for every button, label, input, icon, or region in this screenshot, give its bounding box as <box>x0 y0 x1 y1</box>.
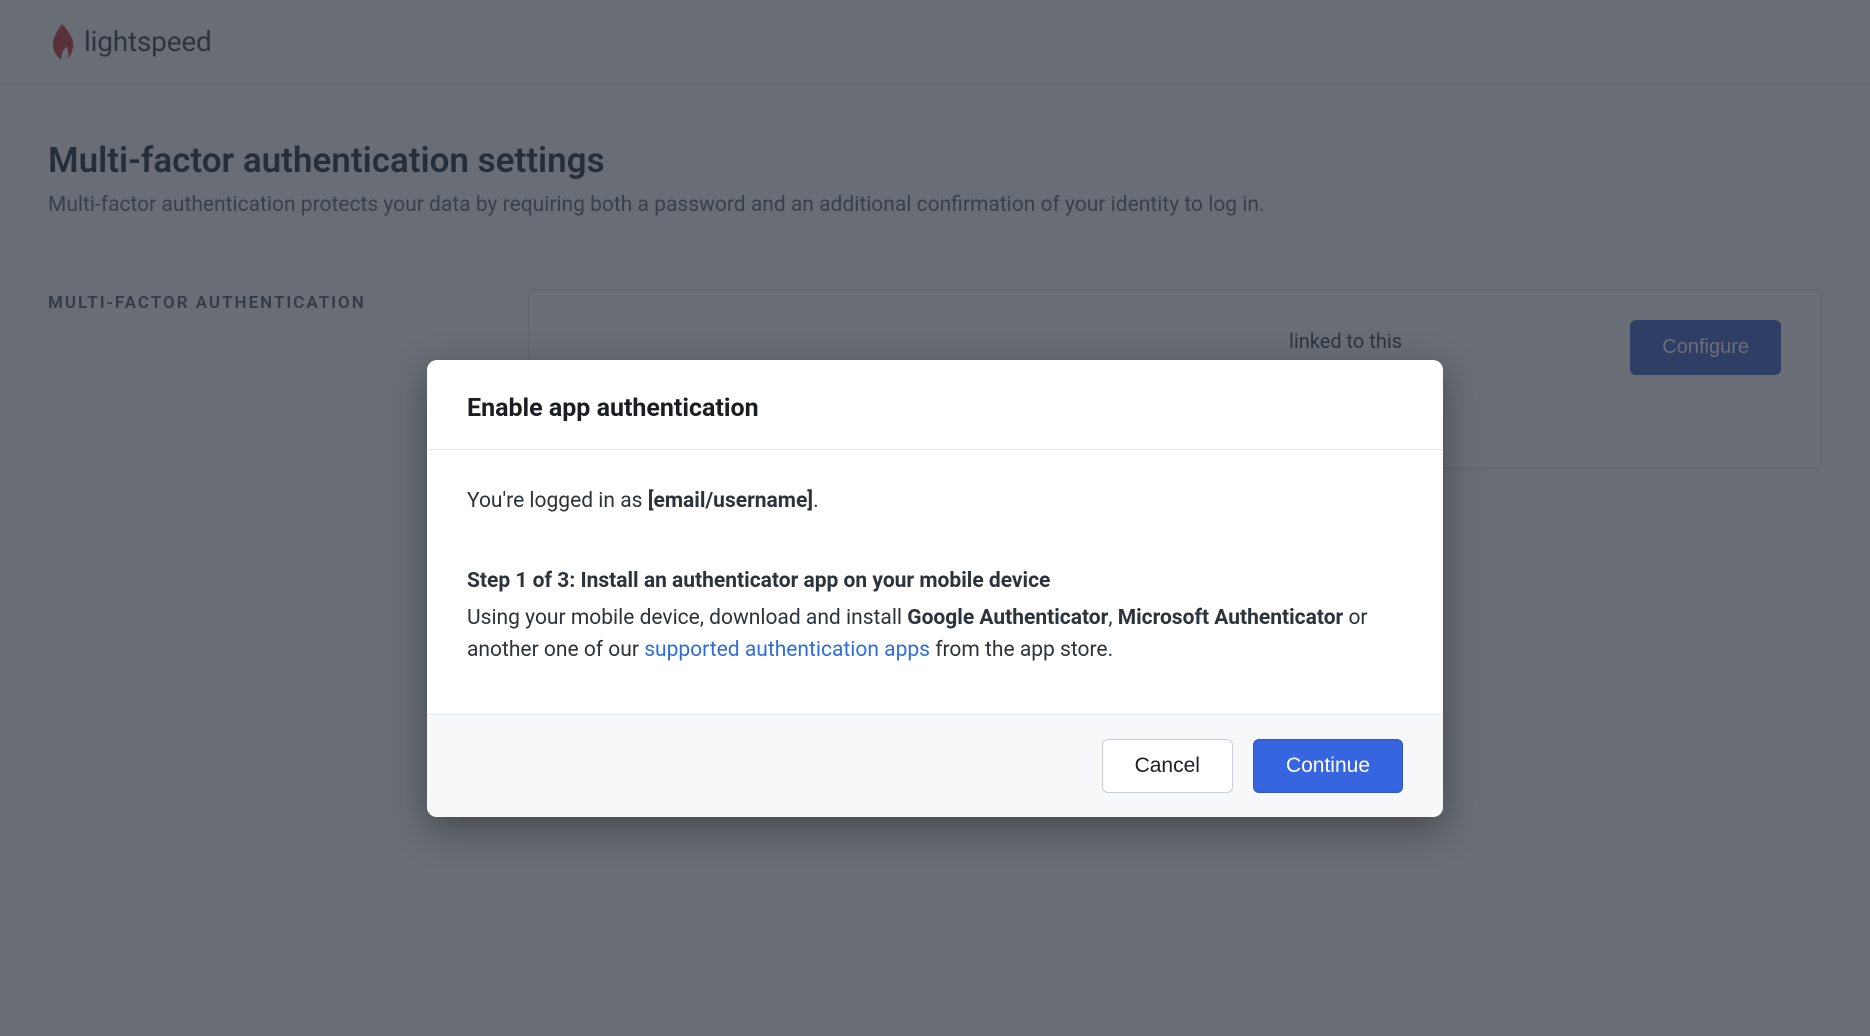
comma: , <box>1108 606 1117 630</box>
login-prefix: You're logged in as <box>467 489 648 513</box>
modal-title: Enable app authentication <box>467 394 1403 423</box>
login-status-line: You're logged in as [email/username]. <box>467 486 1403 518</box>
step-text-1: Using your mobile device, download and i… <box>467 606 907 630</box>
enable-auth-modal: Enable app authentication You're logged … <box>427 360 1443 817</box>
app-viewport: lightspeed Multi-factor authentication s… <box>0 0 1870 1036</box>
supported-apps-link[interactable]: supported authentication apps <box>644 638 930 662</box>
step-heading: Step 1 of 3: Install an authenticator ap… <box>467 566 1403 598</box>
step-text-3: from the app store. <box>930 638 1113 662</box>
step-text: Using your mobile device, download and i… <box>467 603 1403 666</box>
login-user: [email/username] <box>648 489 813 513</box>
app-google-authenticator: Google Authenticator <box>907 606 1108 630</box>
modal-header: Enable app authentication <box>427 360 1443 450</box>
app-microsoft-authenticator: Microsoft Authenticator <box>1118 606 1344 630</box>
modal-overlay[interactable]: Enable app authentication You're logged … <box>0 0 1870 1036</box>
modal-footer: Cancel Continue <box>427 714 1443 817</box>
login-suffix: . <box>813 489 819 513</box>
continue-button[interactable]: Continue <box>1253 739 1403 793</box>
cancel-button[interactable]: Cancel <box>1102 739 1233 793</box>
modal-body: You're logged in as [email/username]. St… <box>427 450 1443 714</box>
